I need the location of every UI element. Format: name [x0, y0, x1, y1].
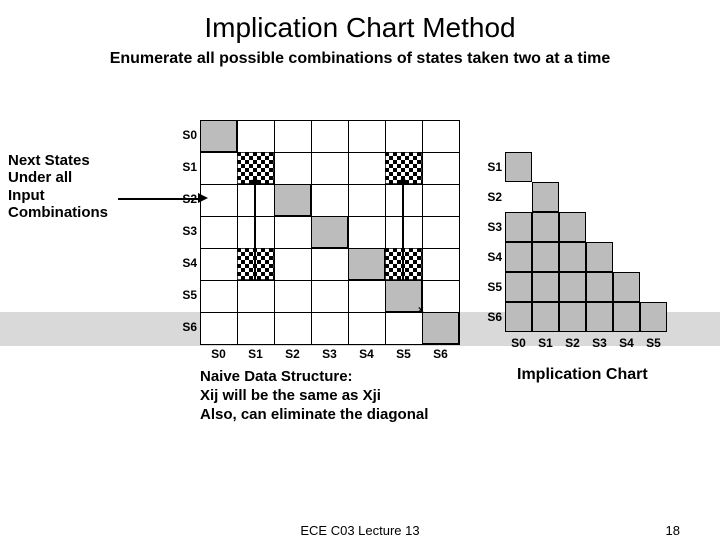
annotation-line: Input — [8, 187, 45, 204]
page-subtitle: Enumerate all possible combinations of s… — [0, 50, 720, 68]
footer-center: ECE C03 Lecture 13 — [0, 523, 720, 538]
col-label: S5 — [385, 347, 422, 361]
annotation-line: Under all — [8, 169, 72, 186]
page-title: Implication Chart Method — [0, 12, 720, 44]
row-label: S5 — [480, 280, 502, 294]
arrow-right-head-icon — [198, 193, 208, 203]
col-label: S3 — [311, 347, 348, 361]
row-label: S6 — [480, 310, 502, 324]
row-label: S5 — [175, 288, 197, 302]
row-label: S3 — [175, 224, 197, 238]
col-label: S2 — [274, 347, 311, 361]
col-label: S3 — [586, 336, 613, 350]
row-label: S2 — [480, 190, 502, 204]
arrow-right-icon — [118, 198, 200, 200]
col-label: S0 — [505, 336, 532, 350]
annotation-line: Combinations — [8, 204, 108, 221]
row-label: S4 — [480, 250, 502, 264]
col-label: S4 — [348, 347, 385, 361]
naive-line: Naive Data Structure: — [200, 368, 353, 385]
row-label: S1 — [480, 160, 502, 174]
col-label: S2 — [559, 336, 586, 350]
arrow-up-icon — [254, 184, 256, 280]
row-label: S6 — [175, 320, 197, 334]
page-number: 18 — [666, 523, 680, 538]
x-mark-icon: × — [418, 305, 424, 316]
row-label: S3 — [480, 220, 502, 234]
col-label: S5 — [640, 336, 667, 350]
naive-text: Naive Data Structure: Xij will be the sa… — [200, 368, 428, 424]
implication-chart-title: Implication Chart — [517, 366, 648, 384]
row-label: S1 — [175, 160, 197, 174]
col-label: S1 — [532, 336, 559, 350]
col-label: S1 — [237, 347, 274, 361]
col-label: S4 — [613, 336, 640, 350]
arrow-up-icon — [402, 184, 404, 280]
naive-line: Also, can eliminate the diagonal — [200, 406, 428, 423]
annotation-line: Next States — [8, 152, 90, 169]
annotation-text: Next States Under all Input Combinations — [8, 152, 163, 221]
row-label: S4 — [175, 256, 197, 270]
col-label: S0 — [200, 347, 237, 361]
col-label: S6 — [422, 347, 459, 361]
row-label: S0 — [175, 128, 197, 142]
naive-line: Xij will be the same as Xji — [200, 387, 381, 404]
